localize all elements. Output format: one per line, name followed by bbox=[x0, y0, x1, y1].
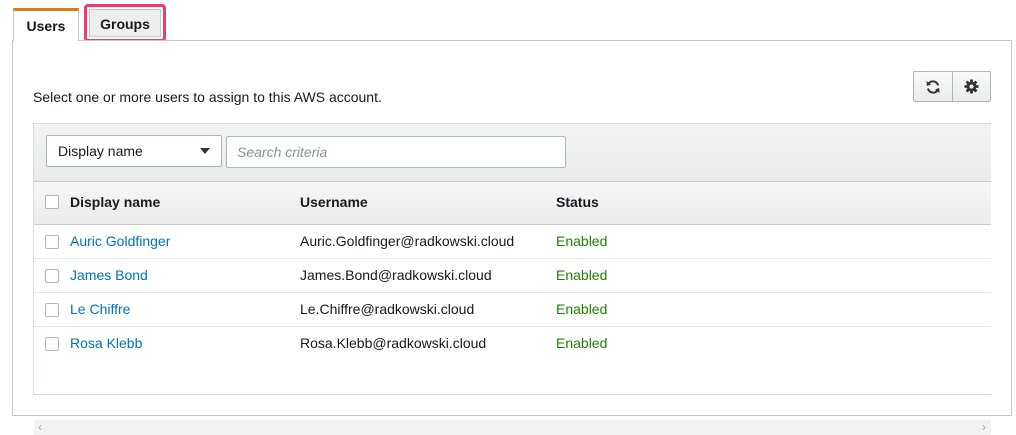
user-status: Enabled bbox=[556, 267, 608, 283]
instruction-text: Select one or more users to assign to th… bbox=[33, 89, 382, 105]
filter-attribute-value: Display name bbox=[58, 143, 143, 159]
filter-attribute-select[interactable]: Display name bbox=[46, 135, 222, 167]
table-row[interactable]: Auric Goldfinger Auric.Goldfinger@radkow… bbox=[34, 225, 991, 259]
row-checkbox[interactable] bbox=[45, 337, 59, 354]
user-username: Le.Chiffre@radkowski.cloud bbox=[300, 301, 475, 317]
refresh-icon bbox=[926, 79, 940, 94]
tab-groups[interactable]: Groups bbox=[89, 9, 161, 37]
select-all-checkbox[interactable] bbox=[45, 195, 59, 212]
user-username: James.Bond@radkowski.cloud bbox=[300, 267, 492, 283]
column-header-username[interactable]: Username bbox=[300, 194, 368, 210]
checkbox[interactable] bbox=[45, 195, 59, 209]
gear-icon bbox=[964, 79, 979, 94]
column-header-display-name[interactable]: Display name bbox=[70, 194, 160, 210]
checkbox[interactable] bbox=[45, 235, 59, 249]
user-display-name-link[interactable]: James Bond bbox=[70, 267, 148, 283]
checkbox[interactable] bbox=[45, 303, 59, 317]
user-username: Rosa.Klebb@radkowski.cloud bbox=[300, 335, 487, 351]
filter-bar: Display name bbox=[34, 124, 991, 182]
users-table: Display name Display name Username Statu… bbox=[33, 123, 991, 435]
caret-down-icon bbox=[200, 148, 210, 154]
user-status: Enabled bbox=[556, 233, 608, 249]
table-row[interactable]: Le Chiffre Le.Chiffre@radkowski.cloud En… bbox=[34, 293, 991, 327]
tab-users[interactable]: Users bbox=[13, 8, 79, 41]
settings-button[interactable] bbox=[951, 72, 991, 101]
row-checkbox[interactable] bbox=[45, 269, 59, 286]
horizontal-scrollbar[interactable]: ‹ › bbox=[34, 420, 991, 435]
user-display-name-link[interactable]: Auric Goldfinger bbox=[70, 233, 170, 249]
user-display-name-link[interactable]: Rosa Klebb bbox=[70, 335, 142, 351]
scroll-right-icon[interactable]: › bbox=[982, 420, 986, 435]
user-username: Auric.Goldfinger@radkowski.cloud bbox=[300, 233, 515, 249]
users-panel: Select one or more users to assign to th… bbox=[12, 40, 1012, 435]
table-header: Display name Username Status bbox=[34, 182, 991, 225]
table-actions bbox=[913, 71, 991, 102]
tab-groups-highlight[interactable]: Groups bbox=[84, 4, 166, 42]
checkbox[interactable] bbox=[45, 337, 59, 351]
table-row[interactable]: James Bond James.Bond@radkowski.cloud En… bbox=[34, 259, 991, 293]
user-status: Enabled bbox=[556, 335, 608, 351]
user-status: Enabled bbox=[556, 301, 608, 317]
table-row[interactable]: Rosa Klebb Rosa.Klebb@radkowski.cloud En… bbox=[34, 327, 991, 360]
search-input[interactable] bbox=[226, 136, 566, 168]
checkbox[interactable] bbox=[45, 269, 59, 283]
row-checkbox[interactable] bbox=[45, 303, 59, 320]
row-checkbox[interactable] bbox=[45, 235, 59, 252]
column-header-status[interactable]: Status bbox=[556, 194, 599, 210]
refresh-button[interactable] bbox=[914, 72, 952, 101]
user-display-name-link[interactable]: Le Chiffre bbox=[70, 301, 130, 317]
scroll-left-icon[interactable]: ‹ bbox=[38, 420, 42, 435]
